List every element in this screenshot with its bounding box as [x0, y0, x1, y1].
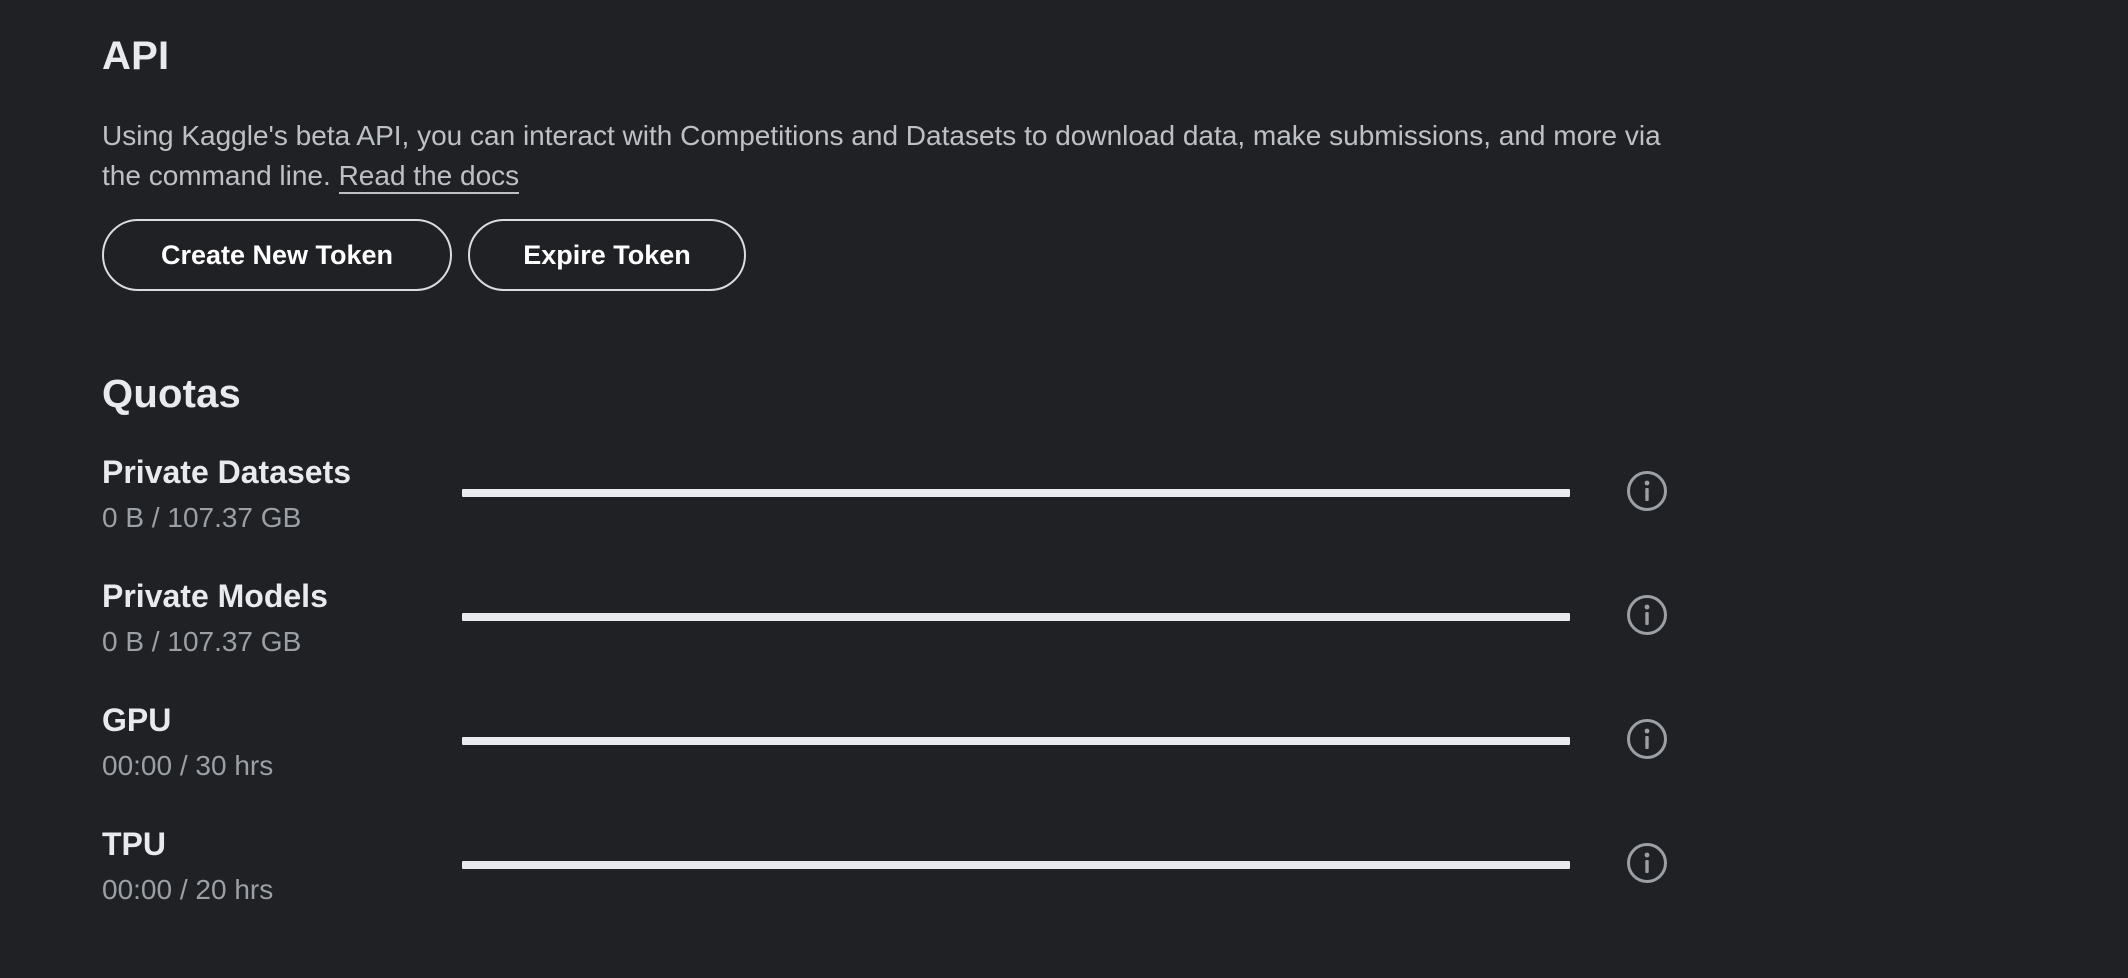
quota-usage: 00:00 / 20 hrs — [102, 874, 274, 905]
quota-progress-bar — [462, 489, 1570, 497]
quota-row-private-models: Private Models 0 B / 107.37 GB — [102, 578, 1682, 678]
quota-usage: 0 B / 107.37 GB — [102, 626, 302, 657]
quota-name: TPU — [102, 826, 166, 862]
info-icon[interactable] — [1626, 718, 1668, 760]
api-section-title: API — [102, 34, 170, 78]
quota-progress-bar — [462, 613, 1570, 621]
quota-usage: 0 B / 107.37 GB — [102, 502, 302, 533]
api-description: Using Kaggle's beta API, you can interac… — [102, 116, 1702, 196]
quota-name: Private Models — [102, 578, 328, 614]
read-the-docs-link[interactable]: Read the docs — [338, 160, 520, 194]
info-icon[interactable] — [1626, 594, 1668, 636]
quota-row-tpu: TPU 00:00 / 20 hrs — [102, 826, 1682, 926]
quota-name: GPU — [102, 702, 172, 738]
quota-progress-bar — [462, 737, 1570, 745]
quota-progress-bar — [462, 861, 1570, 869]
expire-token-button[interactable]: Expire Token — [468, 219, 746, 291]
quota-row-gpu: GPU 00:00 / 30 hrs — [102, 702, 1682, 802]
quotas-section-title: Quotas — [102, 372, 241, 416]
quota-name: Private Datasets — [102, 454, 352, 490]
info-icon[interactable] — [1626, 470, 1668, 512]
quota-usage: 00:00 / 30 hrs — [102, 750, 274, 781]
create-new-token-button[interactable]: Create New Token — [102, 219, 452, 291]
api-description-text: Using Kaggle's beta API, you can interac… — [102, 120, 1661, 191]
quota-row-private-datasets: Private Datasets 0 B / 107.37 GB — [102, 454, 1682, 554]
info-icon[interactable] — [1626, 842, 1668, 884]
